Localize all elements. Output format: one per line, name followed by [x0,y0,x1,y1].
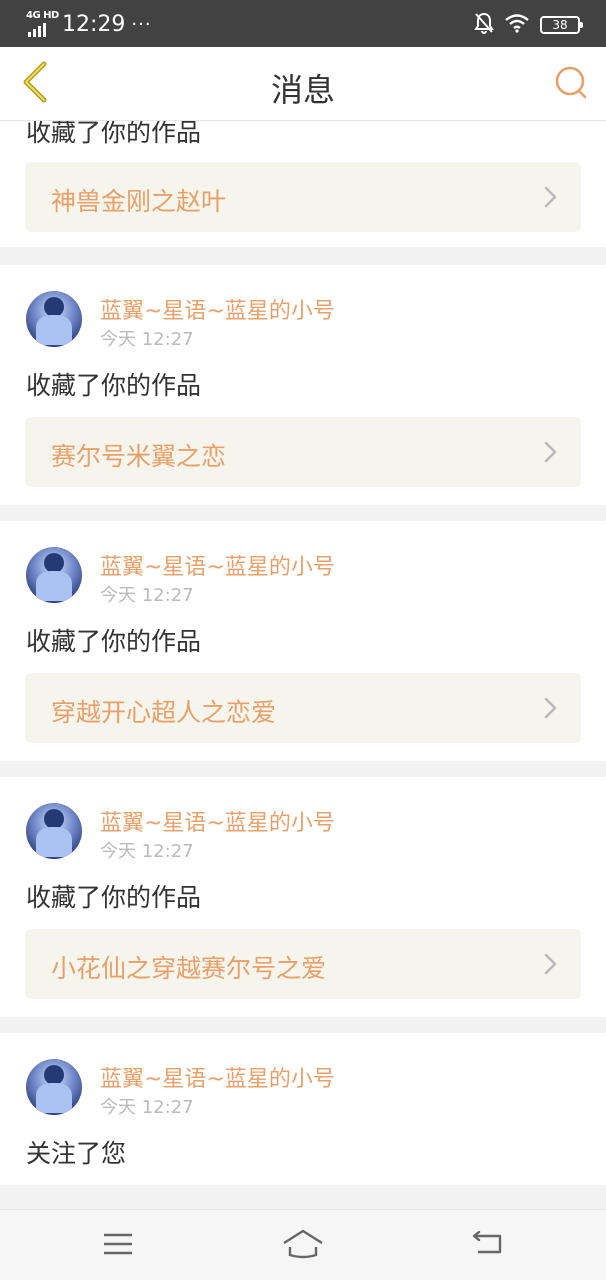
signal-icon: 4G HD [26,10,59,37]
back-icon [472,1230,504,1261]
avatar[interactable] [26,1059,82,1115]
message-time: 今天 12:27 [100,329,194,350]
work-title: 神兽金刚之赵叶 [51,187,227,216]
work-link[interactable]: 赛尔号米翼之恋 [25,417,581,487]
message-list: 收藏了你的作品 神兽金刚之赵叶 蓝翼~星语~蓝星的小号 今天 12:27 收藏了… [0,121,606,1209]
message-card: 蓝翼~星语~蓝星的小号 今天 12:27 收藏了你的作品 赛尔号米翼之恋 [0,265,606,505]
message-time: 今天 12:27 [100,841,194,862]
nav-back-button[interactable] [464,1224,512,1268]
status-more: ··· [131,13,152,35]
avatar[interactable] [26,547,82,603]
battery-icon: 38 [540,16,583,34]
username[interactable]: 蓝翼~星语~蓝星的小号 [100,549,335,581]
message-action: 收藏了你的作品 [26,627,202,656]
chevron-right-icon [543,439,559,465]
nav-menu-button[interactable] [94,1224,142,1268]
message-card: 蓝翼~星语~蓝星的小号 今天 12:27 收藏了你的作品 穿越开心超人之恋爱 [0,521,606,761]
nav-home-button[interactable] [279,1224,327,1268]
message-action: 收藏了你的作品 [26,883,202,912]
message-card: 收藏了你的作品 神兽金刚之赵叶 [0,121,606,247]
work-link[interactable]: 小花仙之穿越赛尔号之爱 [25,929,581,999]
message-action: 收藏了你的作品 [26,371,202,400]
username[interactable]: 蓝翼~星语~蓝星的小号 [100,293,335,325]
work-title: 小花仙之穿越赛尔号之爱 [51,954,327,983]
search-icon [554,65,588,103]
chevron-right-icon [543,184,559,210]
message-time: 今天 12:27 [100,1097,194,1118]
work-title: 穿越开心超人之恋爱 [51,698,277,727]
work-title: 赛尔号米翼之恋 [51,442,227,471]
status-time: 12:29 [62,11,126,37]
status-right: 38 [474,12,583,38]
wifi-icon [504,13,530,37]
work-link[interactable]: 穿越开心超人之恋爱 [25,673,581,743]
home-icon [282,1229,324,1263]
menu-icon [103,1232,133,1260]
username[interactable]: 蓝翼~星语~蓝星的小号 [100,805,335,837]
header: 消息 [0,47,606,121]
network-type: 4G HD [26,10,59,21]
search-button[interactable] [548,61,594,107]
avatar[interactable] [26,291,82,347]
message-card: 蓝翼~星语~蓝星的小号 今天 12:27 关注了您 [0,1033,606,1185]
page-title: 消息 [270,71,335,109]
status-bar: 4G HD 12:29 ··· 38 [0,0,606,47]
message-action: 收藏了你的作品 [26,121,202,147]
message-time: 今天 12:27 [100,585,194,606]
chevron-right-icon [543,695,559,721]
system-nav-bar [0,1209,606,1280]
message-action: 关注了您 [26,1139,127,1168]
username[interactable]: 蓝翼~星语~蓝星的小号 [100,1061,335,1093]
message-card: 蓝翼~星语~蓝星的小号 今天 12:27 收藏了你的作品 小花仙之穿越赛尔号之爱 [0,777,606,1017]
notifications-off-icon [474,12,494,38]
chevron-right-icon [543,951,559,977]
status-left: 4G HD 12:29 ··· [26,9,152,39]
avatar[interactable] [26,803,82,859]
work-link[interactable]: 神兽金刚之赵叶 [25,162,581,232]
